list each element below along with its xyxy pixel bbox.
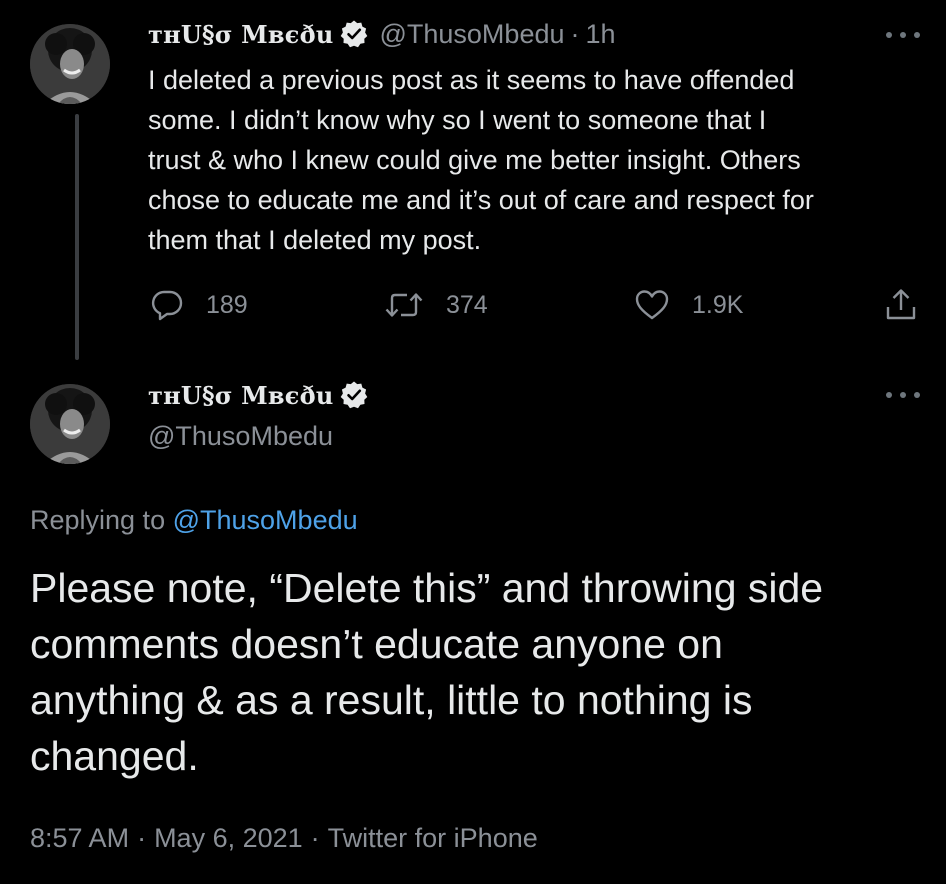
like-button[interactable]: 1.9K <box>634 282 743 328</box>
replying-to: Replying to @ThusoMbedu <box>30 500 358 540</box>
tweet-text-line: I deleted a previous post as it seems to… <box>148 65 795 95</box>
display-name[interactable]: ᴛʜU§σ Mвєðu <box>148 20 333 49</box>
tweet-text: I deleted a previous post as it seems to… <box>148 60 938 260</box>
retweet-icon <box>385 293 423 317</box>
thread-connector-line <box>75 114 79 360</box>
tweet-text-line: trust & who I knew could give me better … <box>148 145 801 175</box>
verified-badge-icon <box>339 19 369 49</box>
separator-dot: · <box>570 18 580 49</box>
tweet-actions-bar: 189 374 1.9K <box>148 282 928 328</box>
retweet-button[interactable]: 374 <box>384 282 488 328</box>
replying-to-label: Replying to <box>30 505 166 535</box>
separator-dot: · <box>310 823 320 853</box>
tweet-time-ago[interactable]: 1h <box>586 19 616 50</box>
tweet-header: ᴛʜU§σ Mвєðu <box>148 372 369 418</box>
tweet-text-line: comments doesn’t educate anyone on <box>30 621 723 667</box>
tweet-text-line: them that I deleted my post. <box>148 225 482 255</box>
tweet-text-line: Please note, “Delete this” and throwing … <box>30 565 824 611</box>
tweet-header: ᴛʜU§σ Mвєðu @ThusoMbedu · 1h <box>148 14 616 54</box>
reply-count: 189 <box>206 290 248 319</box>
tweet-timestamp: 8:57 AM · May 6, 2021 · Twitter for iPhone <box>30 818 538 858</box>
author-handle[interactable]: @ThusoMbedu <box>379 19 564 50</box>
reply-button[interactable]: 189 <box>150 282 248 328</box>
replying-to-mention-link[interactable]: @ThusoMbedu <box>173 505 358 535</box>
avatar[interactable] <box>30 24 110 104</box>
tweet-text-line: chose to educate me and it’s out of care… <box>148 185 814 215</box>
like-count: 1.9K <box>692 290 744 319</box>
share-icon <box>886 289 916 320</box>
reply-icon <box>151 290 183 321</box>
tweet-time[interactable]: 8:57 AM <box>30 823 129 853</box>
thread-tweet[interactable]: ᴛʜU§σ Mвєðu @ThusoMbedu · 1h I deleted a… <box>0 0 946 370</box>
more-options-icon[interactable] <box>886 388 920 402</box>
tweet-date[interactable]: May 6, 2021 <box>154 823 303 853</box>
verified-badge-icon <box>339 380 369 410</box>
display-name[interactable]: ᴛʜU§σ Mвєðu <box>148 381 333 410</box>
share-button[interactable] <box>884 282 918 328</box>
retweet-count: 374 <box>446 290 488 319</box>
author-handle[interactable]: @ThusoMbedu <box>148 418 333 454</box>
separator-dot: · <box>137 823 147 853</box>
tweet-text-line: anything & as a result, little to nothin… <box>30 677 753 723</box>
tweet-text: Please note, “Delete this” and throwing … <box>30 560 935 784</box>
more-options-icon[interactable] <box>886 28 920 42</box>
tweet-text-line: changed. <box>30 733 199 779</box>
tweet-text-line: some. I didn’t know why so I went to som… <box>148 105 767 135</box>
avatar[interactable] <box>30 384 110 464</box>
heart-icon <box>635 290 669 320</box>
tweet-source-link[interactable]: Twitter for iPhone <box>328 823 538 853</box>
